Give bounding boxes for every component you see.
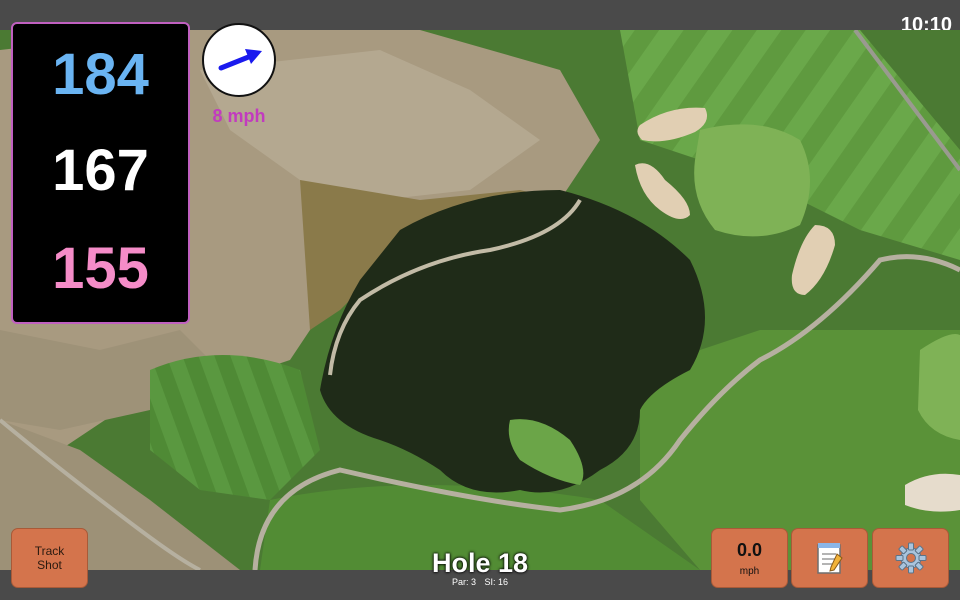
- hole-par: Par: 3: [451, 577, 476, 587]
- hole-info: Par: 3 SI: 16: [430, 577, 530, 587]
- distance-middle: 167: [52, 138, 149, 203]
- speed-value: 0.0: [736, 539, 763, 560]
- notepad-icon: [816, 543, 843, 574]
- wind-speed-label: 8 mph: [212, 106, 266, 126]
- hole-title: Hole 18: [431, 548, 529, 578]
- wind-indicator[interactable]: [202, 23, 276, 97]
- gear-icon: [895, 542, 926, 574]
- wind-direction-arrow-icon: [218, 49, 262, 71]
- distance-front: 155: [52, 236, 149, 301]
- distance-panel: 184 167 155: [11, 22, 190, 324]
- track-shot-button[interactable]: Track Shot: [11, 528, 88, 588]
- distance-back: 184: [52, 42, 149, 107]
- settings-button[interactable]: [872, 528, 949, 588]
- scorecard-notes-button[interactable]: [791, 528, 868, 588]
- speed-unit: mph: [739, 565, 760, 577]
- speed-button[interactable]: 0.0 mph: [711, 528, 788, 588]
- track-shot-label: Track Shot: [34, 544, 65, 572]
- hole-stroke-index: SI: 16: [484, 577, 509, 587]
